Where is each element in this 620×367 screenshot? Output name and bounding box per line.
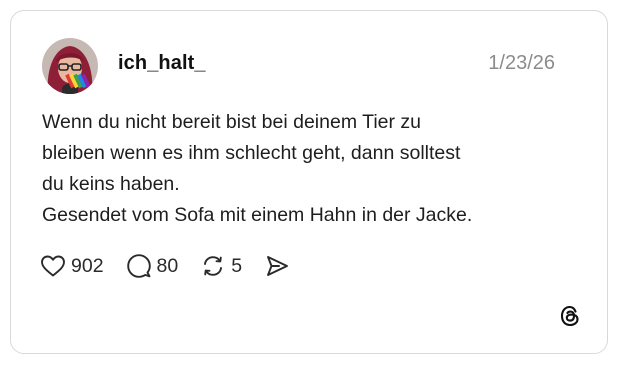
username[interactable]: ich_halt_ xyxy=(118,52,206,75)
post-card: ich_halt_ 1/23/26 Wenn du nicht bereit b… xyxy=(10,10,608,354)
post-text-line: Wenn du nicht bereit bist bei deinem Tie… xyxy=(42,111,422,133)
post-text: Wenn du nicht bereit bist bei deinem Tie… xyxy=(42,107,582,231)
reply-count: 80 xyxy=(156,254,179,277)
repost-button[interactable]: 5 xyxy=(200,253,242,279)
repost-icon xyxy=(204,256,223,276)
heart-icon xyxy=(41,255,65,277)
send-icon xyxy=(267,256,289,276)
post-text-line: bleiben wenn es ihm schlecht geht, dann … xyxy=(42,142,461,164)
like-button[interactable]: 902 xyxy=(40,254,104,278)
reply-button[interactable]: 80 xyxy=(126,253,179,279)
threads-logo-icon[interactable] xyxy=(558,304,582,328)
comment-icon xyxy=(126,254,151,278)
avatar-image xyxy=(42,38,98,94)
action-bar: 902 80 5 xyxy=(40,251,312,281)
threads-logo-glyph xyxy=(560,305,579,327)
like-count: 902 xyxy=(71,254,104,277)
post-text-line: du keins haben. xyxy=(42,173,180,195)
share-button[interactable] xyxy=(264,254,290,278)
post-text-line: Gesendet vom Sofa mit einem Hahn in der … xyxy=(42,204,473,226)
repost-count: 5 xyxy=(231,254,243,277)
post-date: 1/23/26 xyxy=(488,52,555,74)
avatar[interactable] xyxy=(42,38,98,94)
